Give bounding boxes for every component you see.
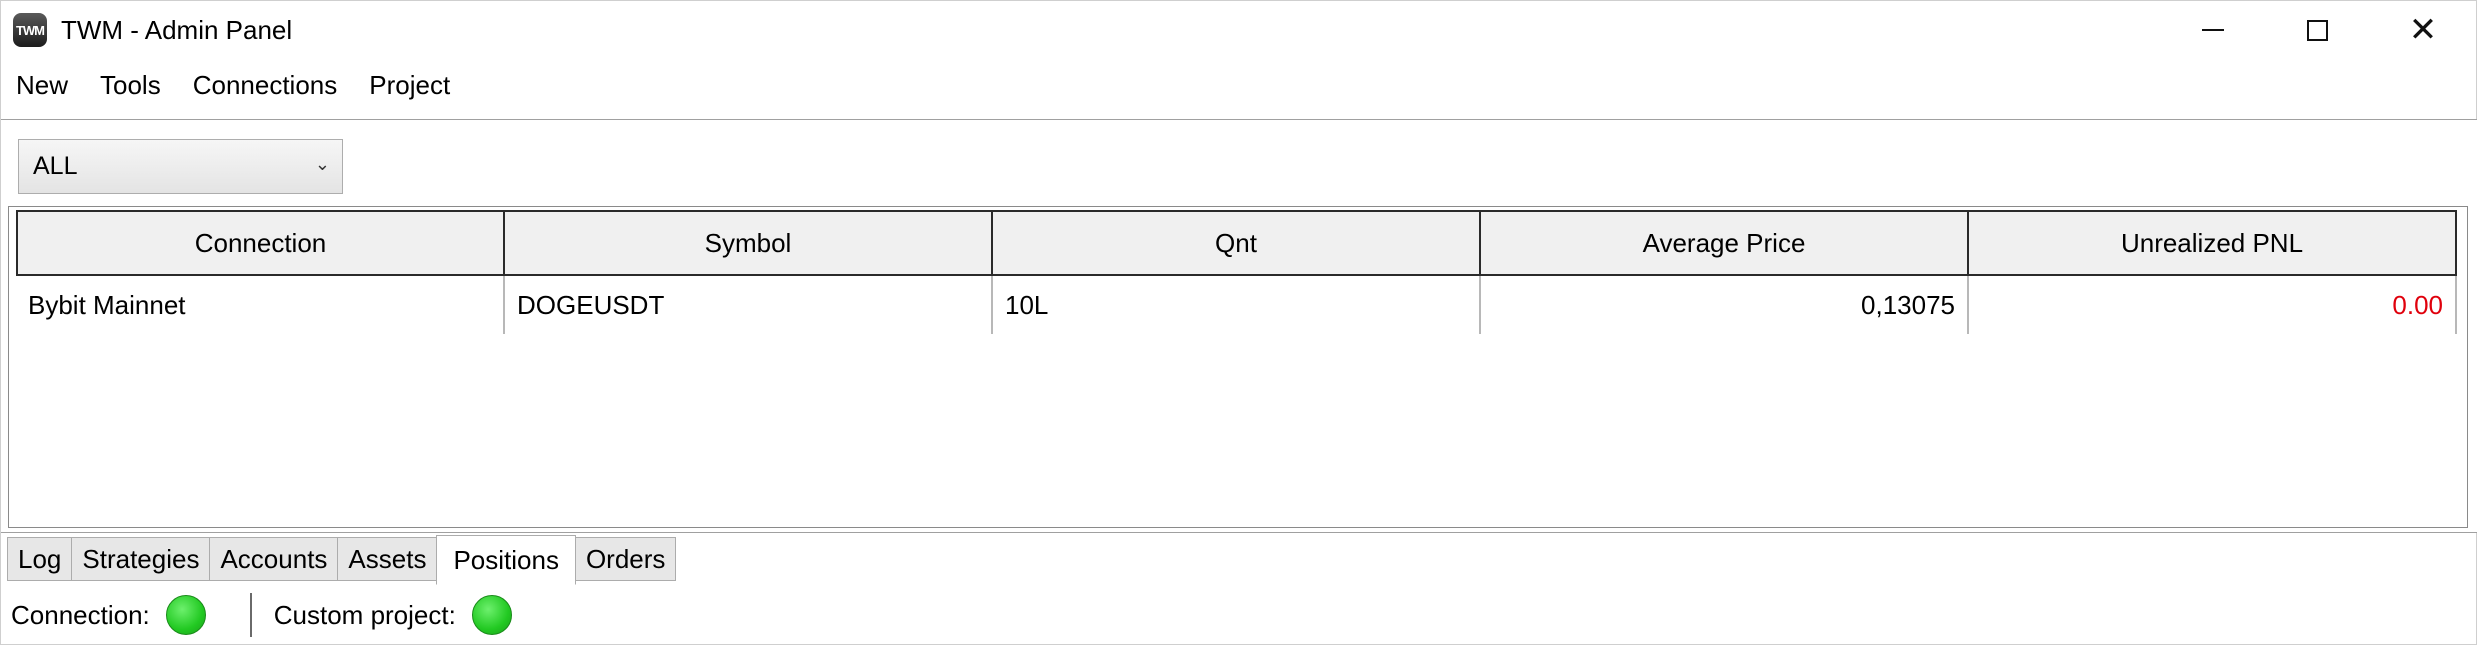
menu-bar: New Tools Connections Project [1, 63, 2476, 107]
column-header-symbol[interactable]: Symbol [505, 210, 993, 276]
app-logo-icon: TWM [13, 13, 47, 47]
title-bar: TWM TWM - Admin Panel ✕ [1, 1, 2476, 59]
positions-grid: Connection Symbol Qnt Average Price Unre… [8, 206, 2468, 528]
tab-assets[interactable]: Assets [337, 537, 438, 581]
close-button[interactable]: ✕ [2371, 1, 2475, 59]
app-window: TWM TWM - Admin Panel ✕ New Tools Connec… [0, 0, 2477, 645]
cell-symbol: DOGEUSDT [505, 276, 993, 334]
tab-log[interactable]: Log [7, 537, 73, 581]
column-header-unrealized-pnl[interactable]: Unrealized PNL [1969, 210, 2457, 276]
close-icon: ✕ [2408, 11, 2438, 49]
menu-tools[interactable]: Tools [84, 63, 177, 107]
tab-orders[interactable]: Orders [574, 537, 677, 581]
minimize-button[interactable] [2161, 1, 2265, 59]
menu-connections[interactable]: Connections [177, 63, 354, 107]
cell-qnt: 10L [993, 276, 1481, 334]
menu-new[interactable]: New [1, 63, 84, 107]
grid-header: Connection Symbol Qnt Average Price Unre… [16, 210, 2457, 276]
custom-project-status-indicator-icon [471, 595, 512, 635]
custom-project-status-label: Custom project: [273, 599, 456, 630]
chevron-down-icon: ⌄ [314, 154, 330, 174]
table-row[interactable]: Bybit Mainnet DOGEUSDT 10L 0,13075 0.00 [16, 276, 2457, 334]
tab-strategies[interactable]: Strategies [71, 537, 211, 581]
minimize-icon [2202, 29, 2224, 31]
status-separator [249, 593, 252, 637]
menu-project[interactable]: Project [353, 63, 466, 107]
cell-average-price: 0,13075 [1481, 276, 1969, 334]
connection-status-label: Connection: [11, 599, 150, 630]
maximize-button[interactable] [2265, 1, 2369, 59]
column-header-average-price[interactable]: Average Price [1481, 210, 1969, 276]
column-header-connection[interactable]: Connection [16, 210, 505, 276]
column-header-qnt[interactable]: Qnt [993, 210, 1481, 276]
cell-connection: Bybit Mainnet [16, 276, 505, 334]
connection-status-indicator-icon [165, 595, 206, 635]
window-title: TWM - Admin Panel [61, 15, 293, 45]
connection-filter-dropdown[interactable]: ALL ⌄ [18, 139, 343, 194]
content-panel: ALL ⌄ Connection Symbol Qnt Average Pric… [1, 119, 2477, 533]
status-bar: Connection: Custom project: [1, 589, 2476, 641]
tab-accounts[interactable]: Accounts [209, 537, 339, 581]
cell-unrealized-pnl: 0.00 [1969, 276, 2457, 334]
bottom-tab-strip: Log Strategies Accounts Assets Positions… [7, 535, 677, 585]
tab-positions[interactable]: Positions [436, 535, 576, 585]
dropdown-selected-value: ALL [33, 152, 78, 180]
maximize-icon [2306, 19, 2328, 41]
